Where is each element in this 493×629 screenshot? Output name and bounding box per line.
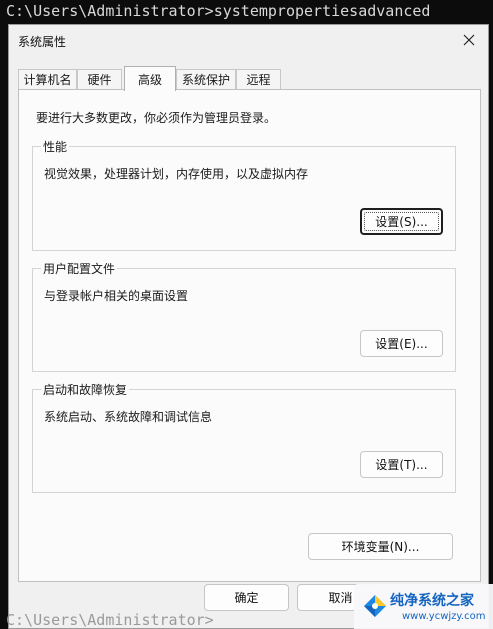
ok-button[interactable]: 确定 (204, 584, 289, 611)
console-bottom-line: C:\Users\Administrator> (6, 611, 214, 629)
close-icon (463, 34, 475, 46)
advanced-tab-panel: 要进行大多数更改，你必须作为管理员登录。 性能 视觉效果，处理器计划，内存使用，… (18, 89, 481, 582)
tab-system-protection[interactable]: 系统保护 (176, 69, 236, 89)
user-profiles-settings-button[interactable]: 设置(E)... (360, 330, 443, 357)
title-bar: 系统属性 (9, 25, 488, 55)
performance-title: 性能 (41, 138, 70, 155)
startup-recovery-title: 启动和故障恢复 (41, 381, 130, 398)
watermark-title: 纯净系统之家 (390, 593, 474, 609)
environment-variables-button[interactable]: 环境变量(N)... (308, 533, 453, 560)
site-watermark: 纯净系统之家 www.ycwjzy.com (354, 584, 493, 629)
admin-notice: 要进行大多数更改，你必须作为管理员登录。 (36, 111, 277, 125)
performance-settings-button[interactable]: 设置(S)... (360, 208, 443, 235)
startup-recovery-group: 启动和故障恢复 系统启动、系统故障和调试信息 设置(T)... (32, 381, 456, 493)
startup-recovery-settings-button[interactable]: 设置(T)... (360, 451, 443, 478)
user-profiles-title: 用户配置文件 (41, 260, 118, 277)
performance-group: 性能 视觉效果，处理器计划，内存使用，以及虚拟内存 设置(S)... (32, 138, 456, 251)
user-profiles-group: 用户配置文件 与登录帐户相关的桌面设置 设置(E)... (32, 260, 456, 372)
watermark-url: www.ycwjzy.com (402, 611, 486, 622)
system-properties-dialog: 系统属性 计算机名 硬件 高级 系统保护 远程 要进行大多数更改，你必须作为管理… (8, 24, 489, 629)
close-button[interactable] (454, 27, 484, 53)
brand-logo-icon (364, 595, 386, 617)
tab-advanced[interactable]: 高级 (124, 66, 176, 91)
tab-computer-name[interactable]: 计算机名 (18, 69, 77, 89)
performance-description: 视觉效果，处理器计划，内存使用，以及虚拟内存 (44, 167, 309, 181)
dialog-title: 系统属性 (18, 35, 67, 49)
console-prompt-line: C:\Users\Administrator>systempropertiesa… (6, 2, 431, 20)
tab-hardware[interactable]: 硬件 (77, 69, 122, 89)
user-profiles-description: 与登录帐户相关的桌面设置 (44, 289, 189, 303)
startup-recovery-description: 系统启动、系统故障和调试信息 (44, 410, 213, 424)
tab-remote[interactable]: 远程 (236, 69, 281, 89)
